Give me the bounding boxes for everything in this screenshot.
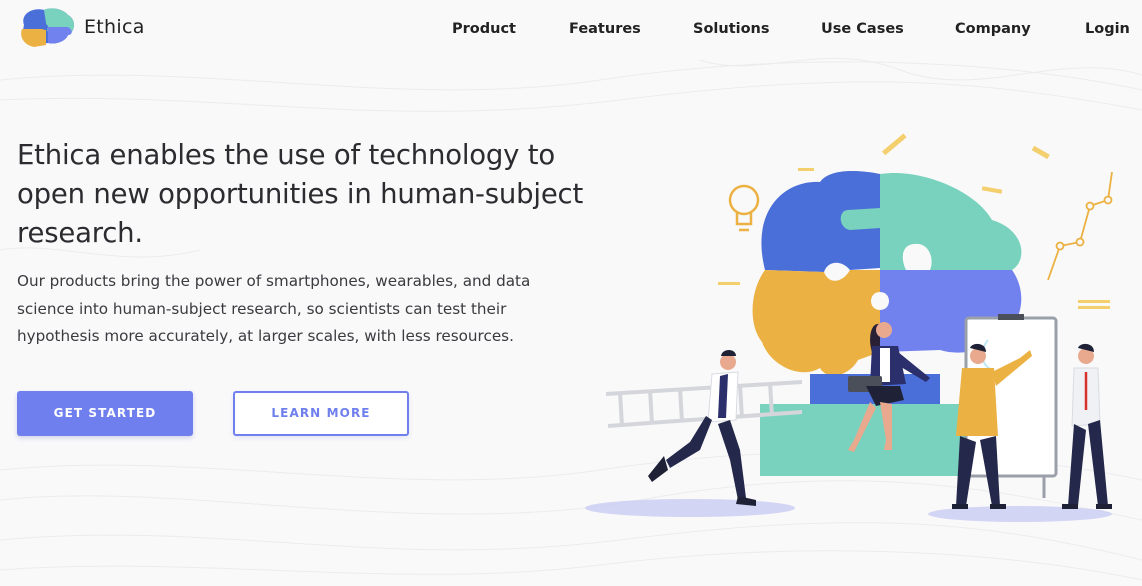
hero-subtitle-line: hypothesis more accurately, at larger sc… bbox=[17, 327, 514, 345]
hero-subtitle-line: science into human-subject research, so … bbox=[17, 299, 507, 318]
nav-solutions[interactable]: Solutions bbox=[693, 21, 770, 37]
learn-more-button[interactable]: LEARN MORE bbox=[233, 391, 409, 436]
hero-title-line: research. bbox=[17, 217, 143, 249]
hero-illustration bbox=[585, 133, 1113, 522]
hero-title: Ethica enables the use of technology to … bbox=[17, 136, 597, 253]
line-chart-icon bbox=[1047, 171, 1113, 281]
nav-product[interactable]: Product bbox=[452, 21, 516, 37]
nav-login[interactable]: Login bbox=[1085, 21, 1130, 37]
nav-features[interactable]: Features bbox=[569, 21, 641, 37]
nav-use-cases[interactable]: Use Cases bbox=[821, 21, 904, 37]
hero-title-line: open new opportunities in human-subject bbox=[17, 178, 584, 210]
nav-company[interactable]: Company bbox=[955, 21, 1031, 37]
scientist-figure bbox=[648, 350, 756, 506]
hero-subtitle: Our products bring the power of smartpho… bbox=[17, 268, 577, 351]
hero-subtitle-line: Our products bring the power of smartpho… bbox=[17, 272, 531, 290]
colleague-figure bbox=[1062, 343, 1112, 509]
site-header: Ethica Product Features Solutions Use Ca… bbox=[0, 0, 1142, 62]
hero-title-line: Ethica enables the use of technology to bbox=[17, 139, 556, 171]
main-nav: Product Features Solutions Use Cases Com… bbox=[0, 21, 1142, 41]
get-started-button[interactable]: GET STARTED bbox=[17, 391, 193, 436]
lightbulb-icon bbox=[728, 184, 760, 232]
